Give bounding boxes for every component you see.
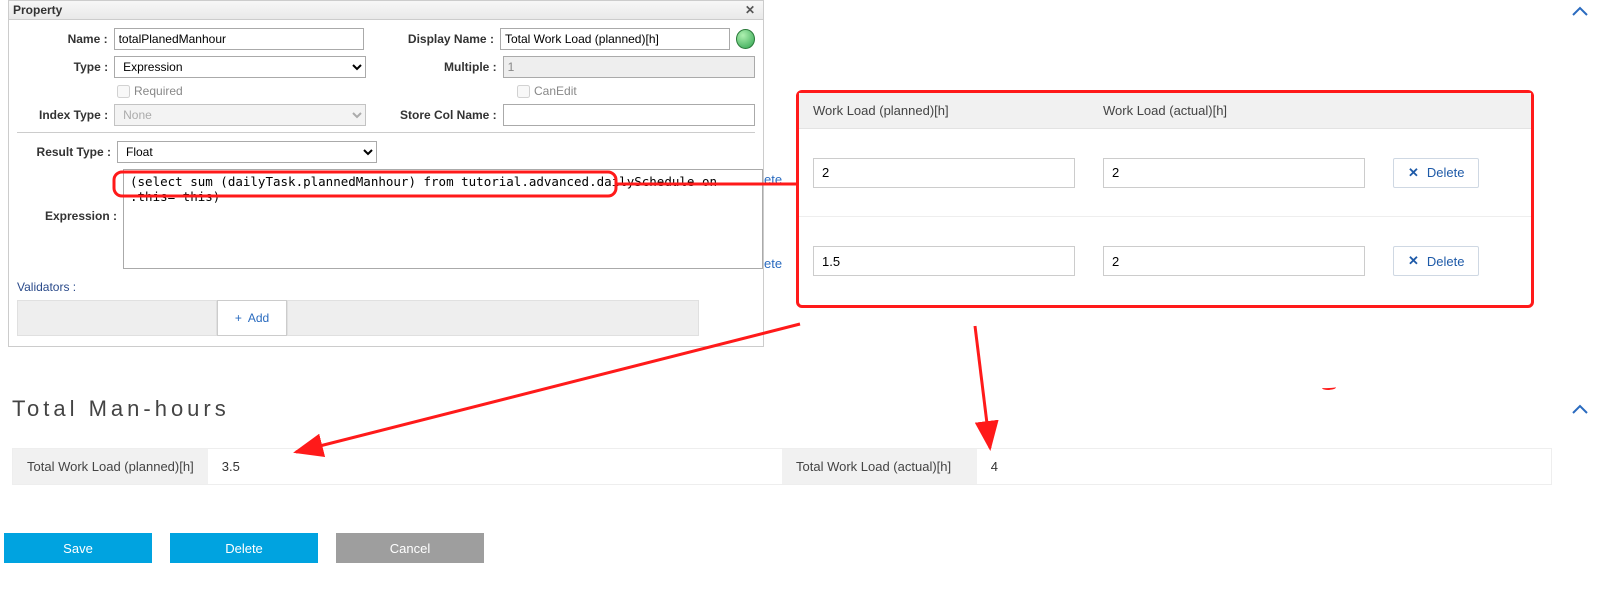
required-checkbox xyxy=(117,85,130,98)
multiple-label: Multiple : xyxy=(376,60,502,74)
actual-input[interactable] xyxy=(1103,158,1365,188)
result-type-select[interactable]: Float xyxy=(117,141,377,163)
partial-text: ete xyxy=(764,256,782,271)
delete-row-button[interactable]: ✕ Delete xyxy=(1393,246,1479,276)
delete-label: Delete xyxy=(1427,165,1465,180)
actual-input[interactable] xyxy=(1103,246,1365,276)
collapse-chevron-totals[interactable] xyxy=(1571,402,1589,420)
expression-input[interactable]: (select sum (dailyTask.plannedManhour) f… xyxy=(123,169,763,269)
table-header: Work Load (planned)[h] Work Load (actual… xyxy=(799,93,1531,129)
collapse-chevron-top[interactable] xyxy=(1571,4,1589,22)
validator-cell xyxy=(287,300,699,336)
total-manhours-section: Total Man-hours Total Work Load (planned… xyxy=(12,396,1552,485)
canedit-label: CanEdit xyxy=(534,84,577,98)
annotation-mark xyxy=(1322,385,1336,391)
close-icon: ✕ xyxy=(1408,165,1419,181)
table-row: ✕ Delete xyxy=(799,217,1531,305)
workload-table: Work Load (planned)[h] Work Load (actual… xyxy=(796,90,1534,308)
type-label: Type : xyxy=(17,60,114,74)
canedit-checkbox xyxy=(517,85,530,98)
col-head-planned: Work Load (planned)[h] xyxy=(799,93,1089,128)
button-bar: Save Delete Cancel xyxy=(4,533,484,563)
display-name-input[interactable] xyxy=(500,28,730,50)
name-label: Name : xyxy=(17,32,114,46)
total-planned-value: 3.5 xyxy=(208,449,782,484)
add-button[interactable]: + Add xyxy=(217,300,287,336)
globe-icon[interactable] xyxy=(736,29,755,49)
result-type-label: Result Type : xyxy=(17,145,117,159)
name-input[interactable] xyxy=(114,28,365,50)
dialog-title: Property xyxy=(13,3,62,17)
section-heading: Total Man-hours xyxy=(12,396,1552,422)
planned-input[interactable] xyxy=(813,158,1075,188)
type-select[interactable]: Expression xyxy=(114,56,366,78)
total-actual-value: 4 xyxy=(977,449,1551,484)
store-col-label: Store Col Name : xyxy=(376,108,502,122)
plus-icon: + xyxy=(235,311,242,325)
dialog-header: Property ✕ xyxy=(9,1,763,20)
delete-row-button[interactable]: ✕ Delete xyxy=(1393,158,1479,188)
planned-input[interactable] xyxy=(813,246,1075,276)
delete-label: Delete xyxy=(1427,254,1465,269)
add-label: Add xyxy=(248,311,269,325)
table-row: ✕ Delete xyxy=(799,129,1531,217)
validators-label: Validators : xyxy=(17,280,755,294)
required-label: Required xyxy=(134,84,183,98)
property-dialog: Property ✕ Name : Display Name : Type : … xyxy=(8,0,764,347)
total-planned-label: Total Work Load (planned)[h] xyxy=(13,449,208,484)
save-button[interactable]: Save xyxy=(4,533,152,563)
index-type-label: Index Type : xyxy=(17,108,114,122)
partial-text: ete xyxy=(764,172,782,187)
index-type-select: None xyxy=(114,104,366,126)
display-name-label: Display Name : xyxy=(374,32,499,46)
store-col-input[interactable] xyxy=(503,104,755,126)
delete-button[interactable]: Delete xyxy=(170,533,318,563)
total-actual-label: Total Work Load (actual)[h] xyxy=(782,449,977,484)
col-head-actual: Work Load (actual)[h] xyxy=(1089,93,1379,128)
validator-cell xyxy=(17,300,217,336)
multiple-input xyxy=(503,56,755,78)
close-icon: ✕ xyxy=(1408,253,1419,269)
expression-label: Expression : xyxy=(17,209,117,223)
close-icon[interactable]: ✕ xyxy=(741,3,759,17)
cancel-button[interactable]: Cancel xyxy=(336,533,484,563)
